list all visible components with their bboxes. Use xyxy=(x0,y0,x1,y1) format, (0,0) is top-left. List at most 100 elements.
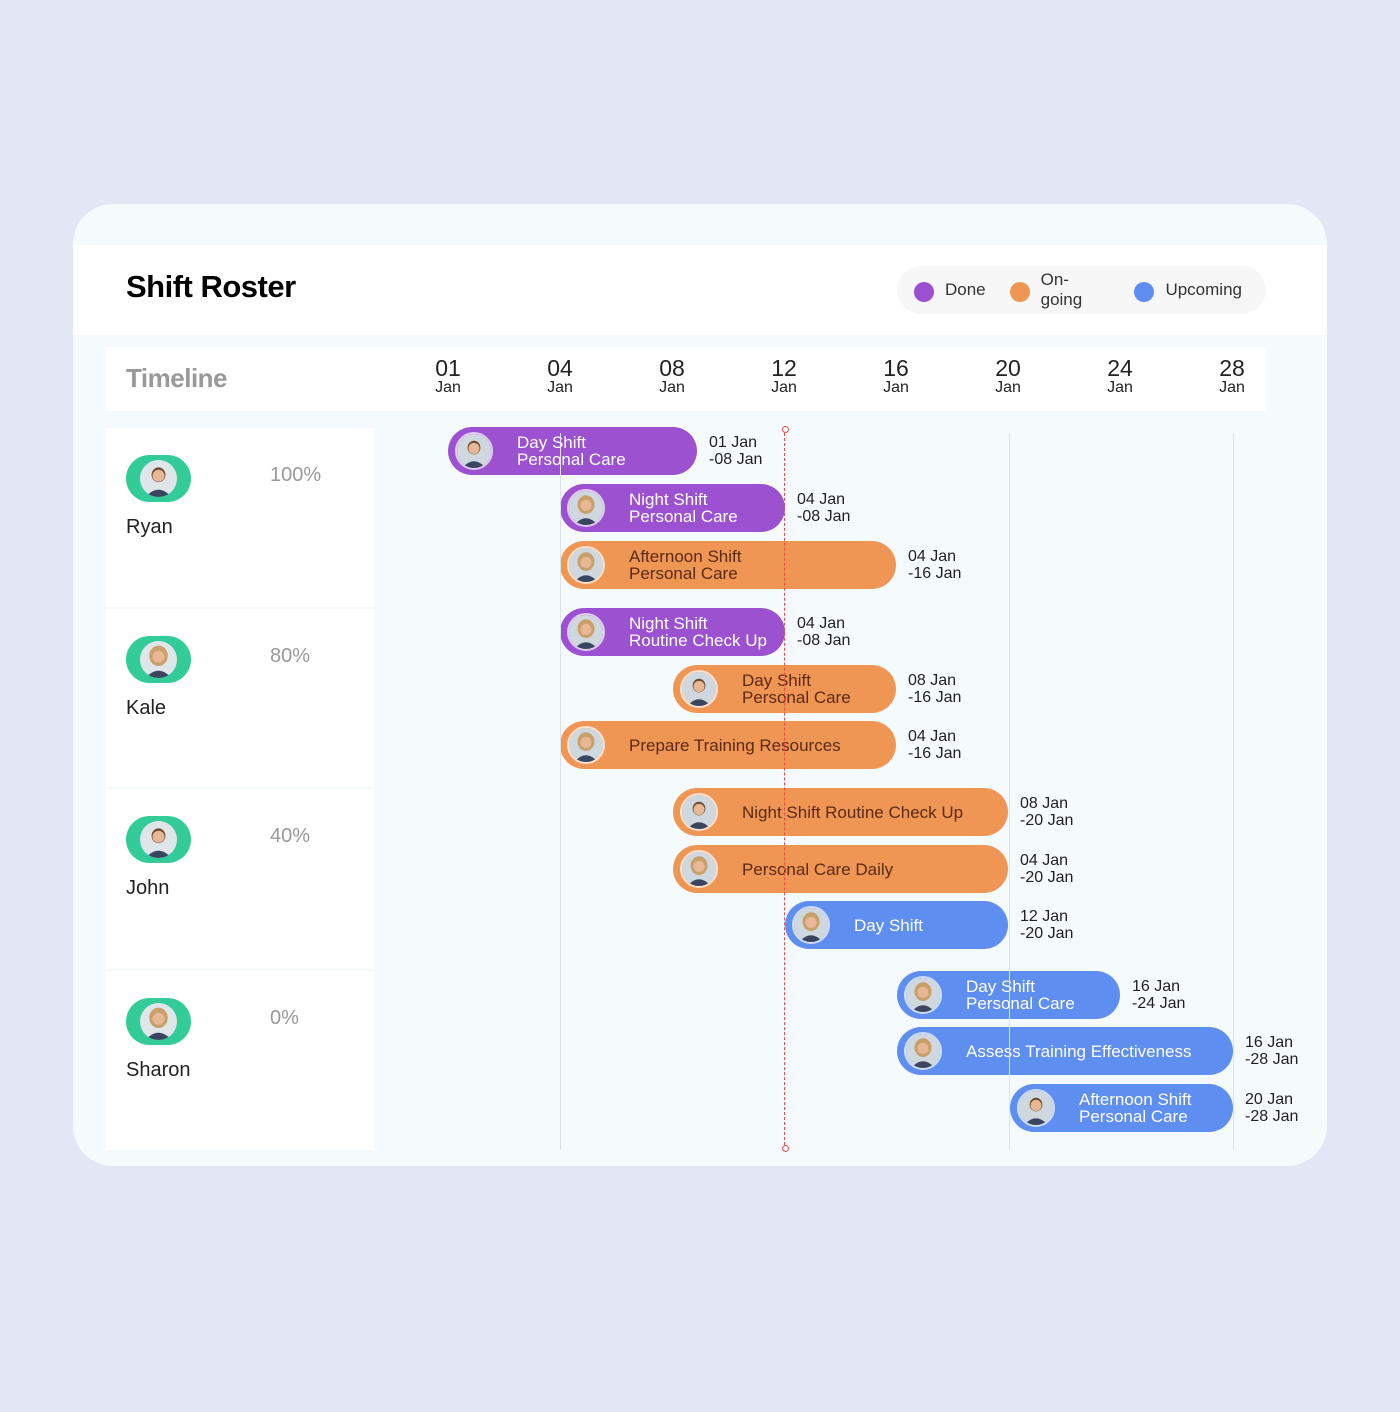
shift-bar[interactable]: Day Shift Personal Care xyxy=(448,427,697,475)
timeline-tick: 08 Jan xyxy=(642,357,702,396)
shift-bar[interactable]: Afternoon Shift Personal Care xyxy=(1010,1084,1233,1132)
completion-percent: 100% xyxy=(270,464,322,486)
shift-subtitle: Personal Care xyxy=(742,688,851,707)
legend-label: Done xyxy=(945,280,986,299)
end-date: -08 Jan xyxy=(797,508,851,525)
end-date: -16 Jan xyxy=(908,565,962,582)
shift-label: Afternoon Shift Personal Care xyxy=(1079,1091,1191,1125)
tick-month: Jan xyxy=(547,379,573,396)
shift-bar[interactable]: Night Shift Routine Check Up xyxy=(673,788,1008,836)
gridline xyxy=(1009,433,1010,1150)
end-date: -28 Jan xyxy=(1245,1051,1299,1068)
end-date: -20 Jan xyxy=(1020,812,1074,829)
legend-dot-icon xyxy=(914,282,934,302)
shift-date-range: 12 Jan -20 Jan xyxy=(1020,908,1073,942)
shift-bar[interactable]: Night Shift Routine Check Up xyxy=(560,608,785,656)
end-date: -20 Jan xyxy=(1020,869,1074,886)
start-date: 04 Jan xyxy=(908,728,957,745)
timeline-header: Timeline 01 Jan 04 Jan 08 Jan 12 Jan 16 Jan 20 Jan 2… xyxy=(106,347,1266,411)
start-date: 04 Jan xyxy=(797,615,846,632)
end-date: -08 Jan xyxy=(797,632,851,649)
shift-title: Assess Training Effectiveness xyxy=(966,1041,1192,1061)
avatar xyxy=(904,1032,942,1070)
shift-date-range: 08 Jan -16 Jan xyxy=(908,672,961,706)
shift-date-range: 04 Jan -08 Jan xyxy=(797,491,850,525)
start-date: 16 Jan xyxy=(1245,1034,1294,1051)
timeline-tick: 16 Jan xyxy=(866,357,926,396)
page-title: Shift Roster xyxy=(126,269,296,304)
start-date: 01 Jan xyxy=(709,434,758,451)
avatar xyxy=(792,906,830,944)
avatar xyxy=(567,613,605,651)
shift-subtitle: Routine Check Up xyxy=(629,631,767,650)
start-date: 16 Jan xyxy=(1132,978,1181,995)
shift-bar[interactable]: Assess Training Effectiveness xyxy=(897,1027,1233,1075)
shift-bar[interactable]: Prepare Training Resources xyxy=(560,721,896,769)
timeline-tick: 28 Jan xyxy=(1202,357,1262,396)
shift-label: Prepare Training Resources xyxy=(629,737,841,754)
tick-day: 01 xyxy=(435,355,461,381)
person-name: Kale xyxy=(126,697,167,719)
shift-title: Day Shift xyxy=(854,915,923,935)
shift-title: Personal Care Daily xyxy=(742,859,894,879)
timeline-label: Timeline xyxy=(126,363,228,393)
person-row[interactable]: 40% John xyxy=(106,789,374,969)
timeline-tick: 20 Jan xyxy=(978,357,1038,396)
end-date: -16 Jan xyxy=(908,689,962,706)
tick-day: 20 xyxy=(995,355,1021,381)
avatar-pill xyxy=(126,998,191,1045)
shift-label: Night Shift Routine Check Up xyxy=(742,804,963,821)
shift-date-range: 16 Jan -28 Jan xyxy=(1245,1034,1298,1068)
start-date: 04 Jan xyxy=(1020,852,1069,869)
shift-label: Night Shift Routine Check Up xyxy=(629,615,767,649)
person-row[interactable]: 0% Sharon xyxy=(106,971,374,1150)
shift-bar[interactable]: Afternoon Shift Personal Care xyxy=(560,541,896,589)
tick-day: 24 xyxy=(1107,355,1133,381)
completion-percent: 0% xyxy=(270,1007,299,1029)
timeline-tick: 12 Jan xyxy=(754,357,814,396)
shift-bar[interactable]: Day Shift xyxy=(785,901,1008,949)
shift-label: Day Shift xyxy=(854,917,923,934)
avatar xyxy=(567,726,605,764)
legend-label: On-going xyxy=(1040,270,1083,309)
shift-label: Night Shift Personal Care xyxy=(629,491,738,525)
shift-label: Day Shift Personal Care xyxy=(742,672,851,706)
avatar-pill xyxy=(126,636,191,683)
person-row[interactable]: 80% Kale xyxy=(106,609,374,787)
tick-month: Jan xyxy=(1219,379,1245,396)
start-date: 04 Jan xyxy=(908,548,957,565)
shift-subtitle: Personal Care xyxy=(629,564,738,583)
avatar xyxy=(904,976,942,1014)
shift-bar[interactable]: Personal Care Daily xyxy=(673,845,1008,893)
shift-bar[interactable]: Night Shift Personal Care xyxy=(560,484,785,532)
avatar-pill xyxy=(126,816,191,863)
avatar-pill xyxy=(126,455,191,502)
legend-item: Upcoming xyxy=(1134,278,1242,302)
end-date: -24 Jan xyxy=(1132,995,1186,1012)
shift-title: Night Shift Routine Check Up xyxy=(742,802,964,822)
shift-date-range: 16 Jan -24 Jan xyxy=(1132,978,1185,1012)
shift-subtitle: Personal Care xyxy=(517,450,626,469)
tick-month: Jan xyxy=(883,379,909,396)
shift-subtitle: Personal Care xyxy=(966,994,1075,1013)
start-date: 04 Jan xyxy=(797,491,846,508)
avatar xyxy=(455,432,493,470)
tick-month: Jan xyxy=(771,379,797,396)
shift-date-range: 04 Jan -08 Jan xyxy=(797,615,850,649)
shift-subtitle: Personal Care xyxy=(629,507,738,526)
avatar xyxy=(680,793,718,831)
person-name: Ryan xyxy=(126,516,173,538)
shift-title: Prepare Training Resources xyxy=(629,735,841,755)
end-date: -08 Jan xyxy=(709,451,763,468)
current-date-marker xyxy=(781,426,789,1152)
shift-label: Afternoon Shift Personal Care xyxy=(629,548,741,582)
end-date: -20 Jan xyxy=(1020,925,1074,942)
person-row[interactable]: 100% Ryan xyxy=(106,428,374,607)
avatar xyxy=(567,546,605,584)
tick-month: Jan xyxy=(659,379,685,396)
avatar xyxy=(140,821,177,858)
tick-day: 08 xyxy=(659,355,685,381)
timeline-tick: 24 Jan xyxy=(1090,357,1150,396)
tick-day: 16 xyxy=(883,355,909,381)
header: Shift Roster Done On-going Upcoming xyxy=(73,245,1327,335)
